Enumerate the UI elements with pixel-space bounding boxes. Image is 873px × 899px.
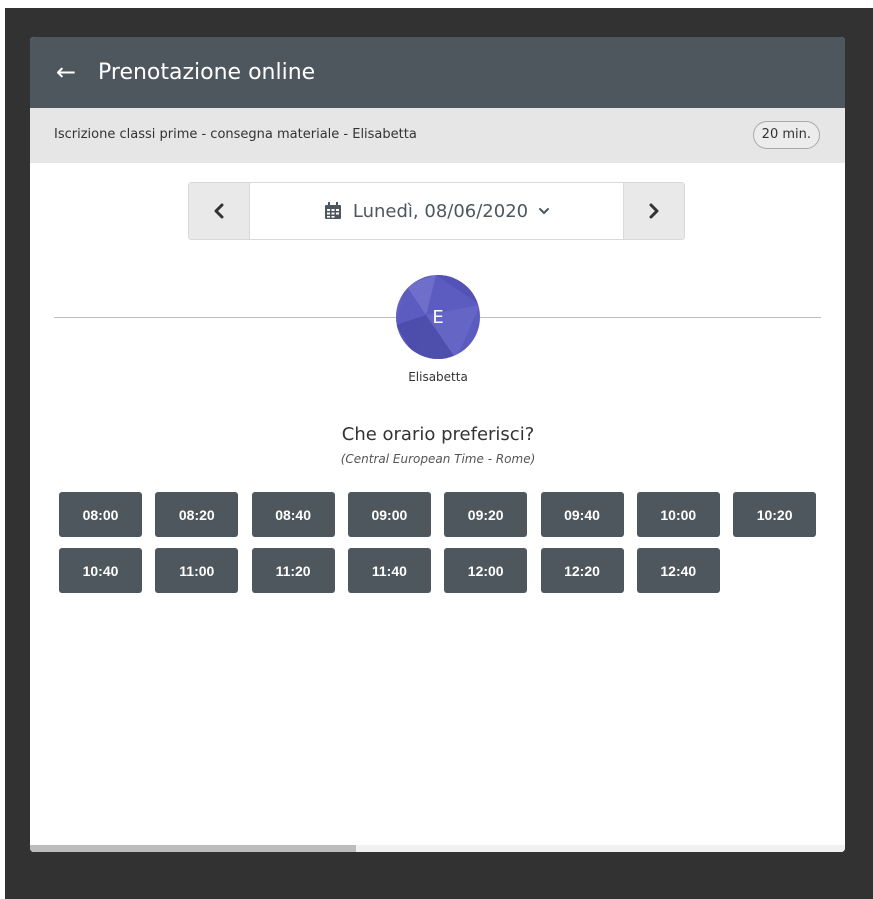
time-slot-button[interactable]: 12:40 — [636, 548, 720, 593]
arrow-left-icon[interactable]: ← — [56, 57, 76, 87]
time-slot-button[interactable]: 10:20 — [733, 492, 817, 537]
window-top-band — [0, 0, 873, 8]
page-title: Prenotazione online — [98, 60, 316, 85]
date-navigator: Lunedì, 08/06/2020 — [188, 182, 685, 240]
chevron-right-icon — [649, 203, 659, 219]
avatar[interactable]: E — [396, 275, 480, 359]
time-question: Che orario preferisci? — [341, 424, 535, 445]
service-bar: Iscrizione classi prime - consegna mater… — [30, 108, 845, 163]
avatar-initial: E — [432, 306, 444, 328]
time-slot-button[interactable]: 11:20 — [251, 548, 335, 593]
time-slot-button[interactable]: 08:40 — [251, 492, 335, 537]
scrollbar-thumb[interactable] — [30, 845, 356, 852]
time-slot-button[interactable]: 09:40 — [540, 492, 624, 537]
chevron-left-icon — [214, 203, 224, 219]
window-left-band — [0, 0, 5, 899]
time-slot-button[interactable]: 11:40 — [347, 548, 431, 593]
time-slot-button[interactable]: 09:20 — [444, 492, 528, 537]
prev-day-button[interactable] — [189, 183, 250, 239]
next-day-button[interactable] — [623, 183, 684, 239]
time-slot-button[interactable]: 10:00 — [636, 492, 720, 537]
horizontal-scrollbar[interactable] — [30, 845, 845, 852]
panel-header: ← Prenotazione online — [30, 37, 845, 108]
time-slot-button[interactable]: 08:20 — [155, 492, 239, 537]
service-name: Iscrizione classi prime - consegna mater… — [54, 127, 417, 142]
date-picker[interactable]: Lunedì, 08/06/2020 — [250, 183, 623, 239]
timezone-label: (Central European Time - Rome) — [340, 452, 536, 466]
calendar-icon — [323, 201, 343, 221]
time-slot-button[interactable]: 10:40 — [59, 548, 142, 593]
time-slot-button[interactable]: 11:00 — [155, 548, 239, 593]
selected-date: Lunedì, 08/06/2020 — [352, 200, 529, 222]
duration-badge: 20 min. — [752, 121, 820, 149]
time-slot-button[interactable]: 12:00 — [444, 548, 528, 593]
time-slot-button[interactable]: 09:00 — [347, 492, 431, 537]
time-slot-button[interactable]: 12:20 — [540, 548, 624, 593]
staff-name: Elisabetta — [408, 370, 468, 384]
chevron-down-icon — [538, 206, 550, 216]
time-slot-button[interactable]: 08:00 — [59, 492, 142, 537]
booking-panel: ← Prenotazione online Iscrizione classi … — [30, 37, 845, 852]
